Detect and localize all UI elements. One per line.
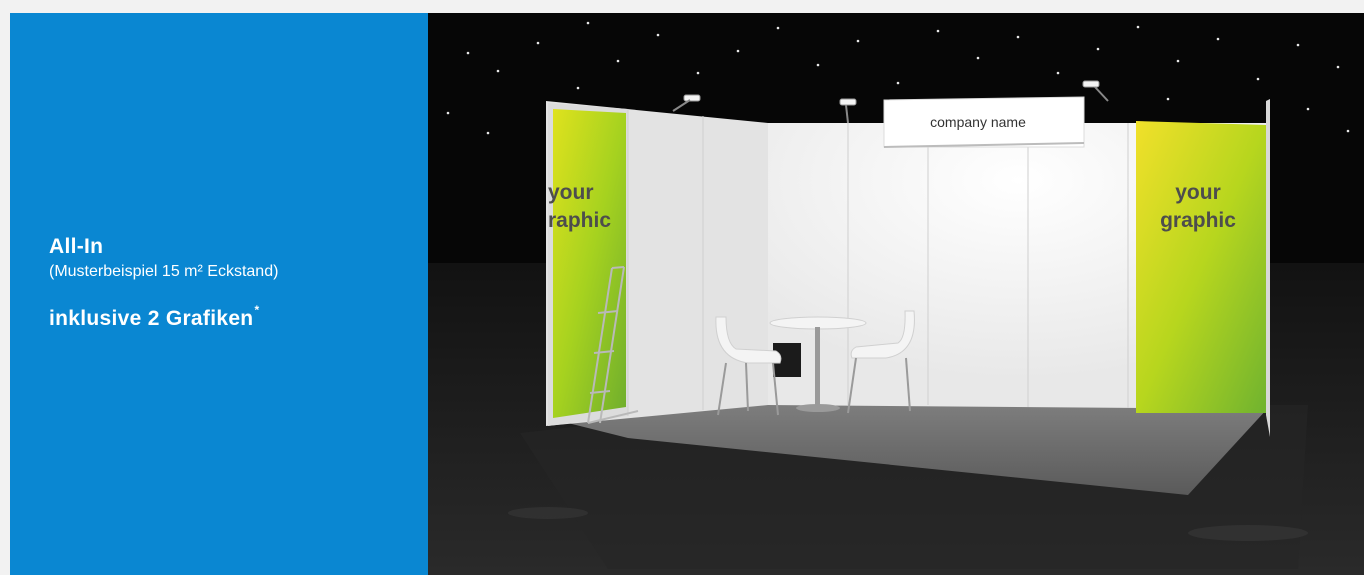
package-title: All-In: [49, 235, 104, 258]
left-graphic-line1: your: [548, 181, 594, 204]
booth-illustration: your raphic your graphic company name: [428, 13, 1364, 575]
footnote-mark: *: [254, 303, 260, 317]
page: All-In (Musterbeispiel 15 m² Eckstand) i…: [0, 0, 1364, 575]
package-subtitle: (Musterbeispiel 15 m² Eckstand): [49, 263, 279, 280]
right-graphic-panel: [1136, 121, 1266, 413]
booth-image: your raphic your graphic company name: [428, 13, 1364, 575]
left-graphic-line2: raphic: [548, 209, 611, 232]
panel-copy: All-In (Musterbeispiel 15 m² Eckstand) i…: [49, 235, 278, 331]
info-panel: All-In (Musterbeispiel 15 m² Eckstand) i…: [10, 13, 428, 575]
right-graphic-line1: your: [1175, 181, 1221, 204]
right-graphic-line2: graphic: [1160, 209, 1236, 232]
inclusive-text: inklusive 2 Grafiken: [49, 307, 254, 330]
inclusive-label: inklusive 2 Grafiken*: [49, 303, 278, 331]
left-graphic-panel: [553, 109, 626, 418]
company-name-text: company name: [930, 114, 1026, 130]
